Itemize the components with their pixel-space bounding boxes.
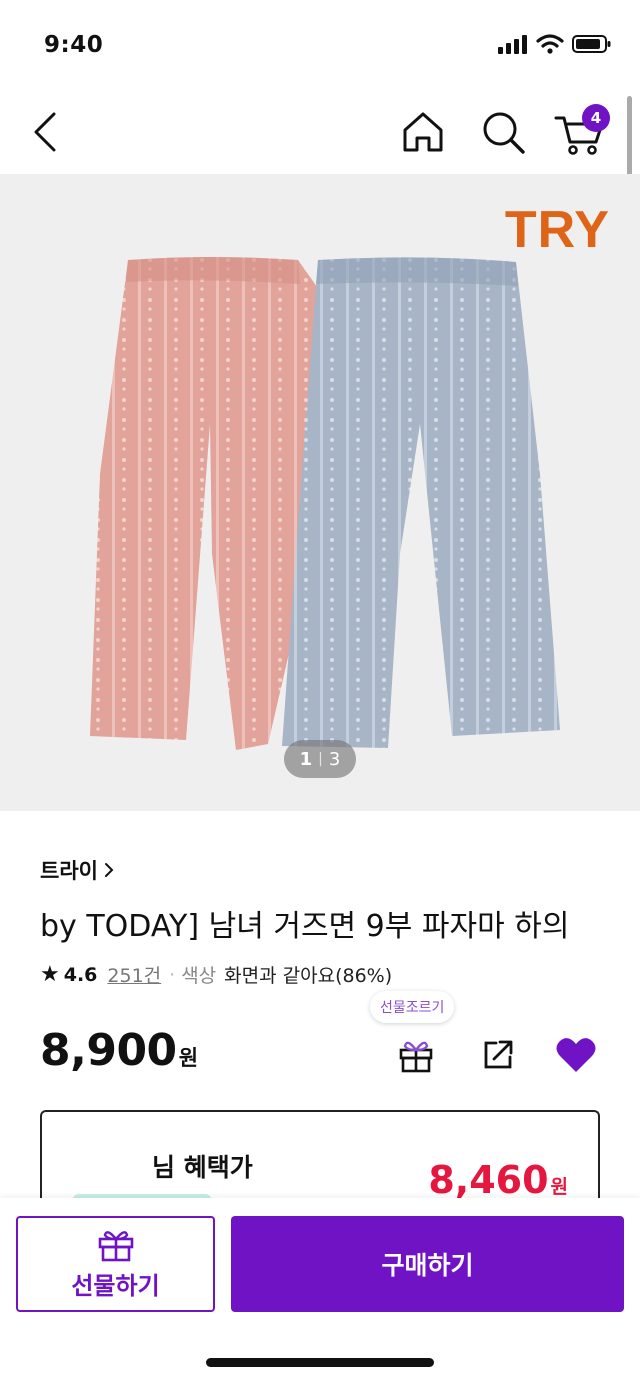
product-image-carousel[interactable]: TRY 1 | 3 xyxy=(0,174,640,811)
cart-button[interactable]: 4 xyxy=(550,104,610,160)
color-label: 색상 xyxy=(181,965,217,987)
status-icons xyxy=(498,34,612,54)
image-counter-current: 1 xyxy=(299,748,313,770)
benefit-label: 님 혜택가 xyxy=(152,1153,253,1182)
status-time: 9:40 xyxy=(44,32,104,58)
product-price: 8,900 원 xyxy=(40,1025,198,1076)
bottom-action-bar: 선물하기 구매하기 xyxy=(0,1198,640,1386)
image-counter-separator: | xyxy=(318,751,323,767)
wishlist-button[interactable] xyxy=(554,1033,598,1077)
star-icon: ★ xyxy=(40,962,60,987)
product-image xyxy=(90,257,560,750)
search-button[interactable] xyxy=(476,104,530,160)
benefit-price-amount: 8,460 xyxy=(428,1158,549,1202)
cellular-signal-icon xyxy=(498,35,527,54)
share-button[interactable] xyxy=(476,1033,520,1077)
separator-dot: · xyxy=(169,963,176,986)
color-value: 화면과 같아요(86%) xyxy=(224,965,393,987)
rating-row: ★ 4.6 251건 · 색상 화면과 같아요(86%) xyxy=(40,961,392,988)
gift-icon xyxy=(399,1041,433,1073)
home-indicator xyxy=(206,1358,434,1367)
gift-icon xyxy=(98,1230,133,1261)
price-amount: 8,900 xyxy=(40,1025,177,1076)
buy-button[interactable]: 구매하기 xyxy=(231,1216,624,1312)
gift-request-tooltip: 선물조르기 xyxy=(370,991,455,1023)
product-title: by TODAY] 남녀 거즈면 9부 파자마 하의 xyxy=(40,909,570,944)
back-button[interactable] xyxy=(20,104,70,160)
image-counter-total: 3 xyxy=(328,748,341,770)
home-icon xyxy=(403,112,443,152)
chevron-left-icon xyxy=(34,112,56,152)
gift-button-label: 선물하기 xyxy=(71,1271,160,1300)
review-count-link[interactable]: 251건 xyxy=(107,961,161,988)
nav-bar: 4 xyxy=(0,92,640,174)
battery-icon xyxy=(572,35,611,53)
cart-count-badge: 4 xyxy=(582,104,610,132)
wifi-icon xyxy=(536,34,564,54)
share-icon xyxy=(484,1040,513,1069)
status-bar: 9:40 xyxy=(0,0,640,92)
search-icon xyxy=(483,112,525,154)
blue-pants-shape xyxy=(282,257,560,748)
gift-button[interactable]: 선물하기 xyxy=(16,1216,215,1312)
rating-score: 4.6 xyxy=(63,963,98,986)
brand-name: 트라이 xyxy=(40,859,98,883)
image-counter: 1 | 3 xyxy=(284,740,356,778)
heart-icon xyxy=(556,1038,596,1072)
chevron-right-icon xyxy=(104,863,114,877)
price-unit: 원 xyxy=(178,1046,199,1070)
home-button[interactable] xyxy=(396,104,450,160)
brand-link[interactable]: 트라이 xyxy=(40,855,114,885)
benefit-price-unit: 원 xyxy=(550,1176,568,1198)
benefit-price: 8,460 원 xyxy=(428,1158,568,1202)
gift-request-button[interactable] xyxy=(394,1033,438,1077)
